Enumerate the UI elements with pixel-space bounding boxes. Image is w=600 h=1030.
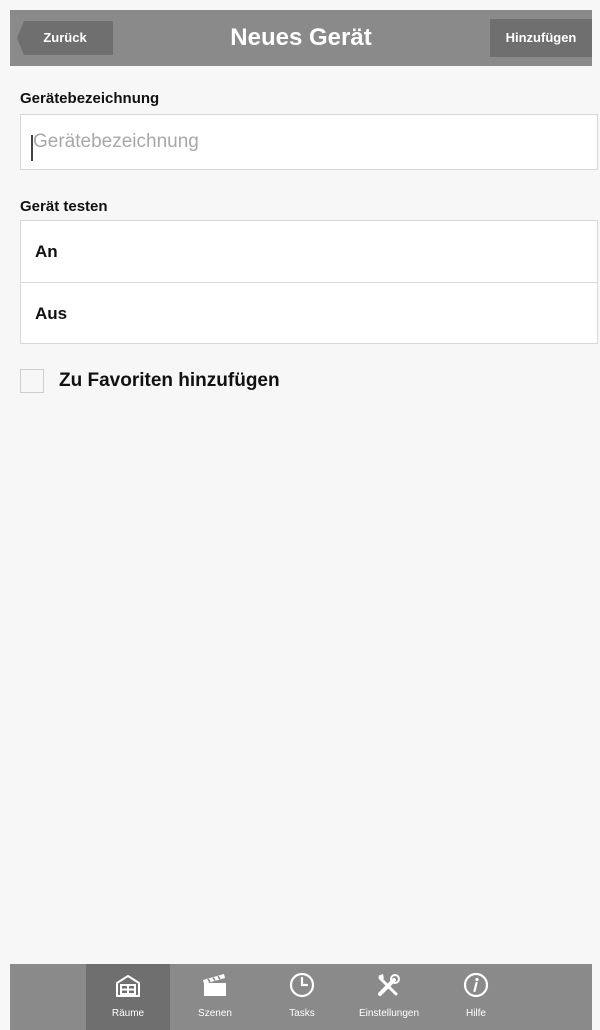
rooms-icon xyxy=(116,975,140,997)
info-icon xyxy=(463,972,489,998)
tab-label-szenen: Szenen xyxy=(198,1008,232,1019)
tab-raeume[interactable]: Räume xyxy=(86,964,170,1030)
tab-tasks[interactable]: Tasks xyxy=(260,964,344,1030)
add-button[interactable]: Hinzufügen xyxy=(490,19,592,57)
tab-label-einstellungen: Einstellungen xyxy=(358,1008,420,1019)
tab-label-raeume: Räume xyxy=(111,1008,145,1019)
favorite-checkbox[interactable] xyxy=(20,369,44,393)
clock-icon xyxy=(289,972,315,998)
tools-icon xyxy=(378,974,400,996)
test-off-button[interactable]: Aus xyxy=(21,282,597,344)
test-on-button[interactable]: An xyxy=(21,221,597,282)
tab-szenen[interactable]: Szenen xyxy=(173,964,257,1030)
tab-label-hilfe: Hilfe xyxy=(465,1008,486,1019)
clapperboard-icon xyxy=(203,974,226,996)
device-name-label: Gerätebezeichnung xyxy=(20,90,160,107)
device-name-input[interactable] xyxy=(21,115,597,169)
back-button[interactable]: Zurück xyxy=(17,21,113,55)
test-device-label: Gerät testen xyxy=(20,198,108,215)
text-cursor xyxy=(31,135,33,161)
top-bar: Neues Gerät Zurück Hinzufügen xyxy=(10,10,592,66)
tab-label-tasks: Tasks xyxy=(289,1008,315,1019)
favorite-label[interactable]: Zu Favoriten hinzufügen xyxy=(59,370,280,392)
tab-hilfe[interactable]: Hilfe xyxy=(434,964,518,1030)
device-name-field-container xyxy=(20,114,598,170)
tab-einstellungen[interactable]: Einstellungen xyxy=(347,964,431,1030)
test-device-list: An Aus xyxy=(20,220,598,344)
bottom-tab-bar: Räume Szenen Tasks Einstellungen Hilfe xyxy=(10,964,592,1030)
